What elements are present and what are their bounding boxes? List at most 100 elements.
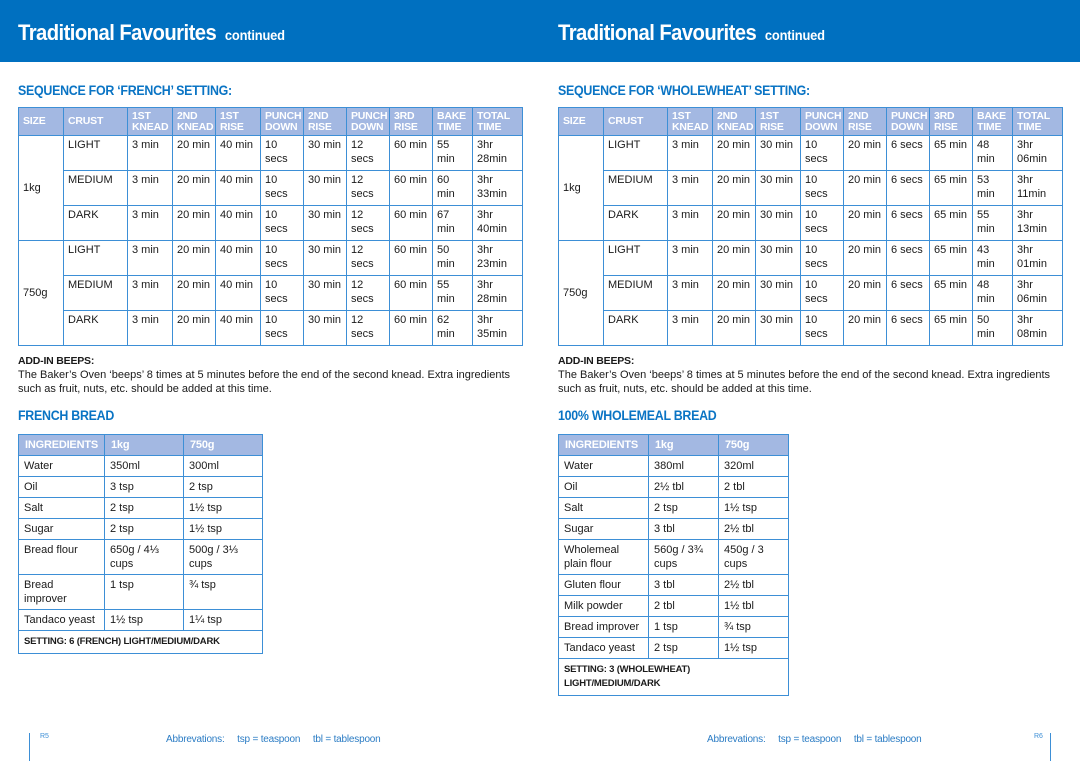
table-cell: 3 min — [667, 240, 713, 276]
ingredients-table: INGREDIENTS 1kg 750g Water 380ml 320ml Oil 2½ t… — [558, 434, 789, 696]
ingredient-amount: 320ml — [718, 455, 789, 477]
table-cell: 20 min — [712, 170, 756, 206]
size-cell: 750g — [558, 240, 604, 346]
ingredient-amount: 3 tbl — [648, 518, 719, 540]
table-cell: 55 min — [432, 275, 473, 311]
table-cell: 60 min — [389, 135, 433, 171]
table-row: 1kg LIGHT 3 min 20 min 30 min 10 secs 20 min 6 … — [558, 135, 1063, 241]
header-row: INGREDIENTS 1kg 750g — [558, 434, 789, 456]
column-header: 2ND RISE — [303, 107, 347, 136]
header-line: RISE — [848, 120, 872, 133]
table-row: DARK 3 min 20 min 30 min 10 secs 20 min 6 secs… — [559, 310, 1063, 346]
table-cell: 10 secs — [260, 240, 304, 276]
header-row: SIZE CRUST 1ST KNEAD 2ND KNEAD 1ST RISE PUNCH DOW… — [558, 107, 1063, 136]
column-header: CRUST — [603, 107, 668, 136]
ingredient-amount: 560g / 3¾ cups — [648, 539, 719, 575]
ingredient-row: Milk powder 2 tbl 1½ tbl — [558, 595, 789, 617]
ingredient-amount: 1½ tsp — [183, 497, 263, 519]
ingredient-row: Salt 2 tsp 1½ tsp — [558, 497, 789, 519]
table-cell: 6 secs — [886, 240, 930, 276]
header-line: TIME — [977, 120, 1002, 133]
table-cell: 3 min — [667, 310, 713, 346]
table-cell: 12 secs — [346, 205, 390, 241]
table-cell: 10 secs — [800, 310, 844, 346]
table-cell: 65 min — [929, 170, 973, 206]
table-cell: 3hr 06min — [1012, 275, 1063, 311]
table-cell: 30 min — [755, 275, 801, 311]
ingredient-name: Tandaco yeast — [18, 609, 105, 631]
column-header: BAKE TIME — [972, 107, 1013, 136]
header-line: 1ST — [132, 109, 151, 122]
page-title: Traditional Favourites continued — [558, 20, 825, 46]
table-cell: 6 secs — [886, 170, 930, 206]
table-cell: 40 min — [215, 170, 261, 206]
table-cell: 30 min — [303, 275, 347, 311]
table-cell: 40 min — [215, 310, 261, 346]
header-line: TIME — [437, 120, 462, 133]
table-cell: 3hr 13min — [1012, 205, 1063, 241]
page-right: Traditional Favourites continued SEQUENC… — [540, 0, 1080, 763]
header-line: 1ST — [672, 109, 691, 122]
ingredient-row: Sugar 3 tbl 2½ tbl — [558, 518, 789, 540]
header-line: PUNCH — [805, 109, 842, 122]
title-text: Traditional Favourites — [18, 20, 217, 45]
sequence-heading: SEQUENCE FOR ‘WHOLEWHEAT’ SETTING: — [558, 83, 810, 98]
column-header: PUNCH DOWN — [346, 107, 390, 136]
ingredient-row: Bread improver 1 tsp ¾ tsp — [18, 574, 263, 610]
setting-row: SETTING: 3 (WHOLEWHEAT) LIGHT/MEDIUM/DAR… — [558, 658, 789, 696]
header-line: KNEAD — [177, 120, 214, 133]
table-cell: 20 min — [843, 240, 887, 276]
table-cell: 60 min — [432, 170, 473, 206]
ingredient-amount: 1½ tsp — [718, 497, 789, 519]
column-header: BAKE TIME — [432, 107, 473, 136]
ingredient-amount: 350ml — [104, 455, 184, 477]
column-header: 2ND RISE — [843, 107, 887, 136]
column-header: 2ND KNEAD — [172, 107, 216, 136]
table-cell: 30 min — [755, 205, 801, 241]
column-header: 750g — [718, 434, 789, 456]
header-line: RISE — [220, 120, 244, 133]
table-cell: 6 secs — [886, 275, 930, 311]
table-cell: 40 min — [215, 135, 261, 171]
recipe-heading: 100% WHOLEMEAL BREAD — [558, 408, 717, 423]
table-cell: 65 min — [929, 310, 973, 346]
ingredient-row: Water 380ml 320ml — [558, 455, 789, 477]
ingredient-row: Gluten flour 3 tbl 2½ tbl — [558, 574, 789, 596]
table-cell: 30 min — [303, 240, 347, 276]
table-cell: 30 min — [755, 170, 801, 206]
table-cell: 3hr 01min — [1012, 240, 1063, 276]
ingredient-amount: 300ml — [183, 455, 263, 477]
header-line: 1ST — [220, 109, 239, 122]
table-cell: 3hr 08min — [1012, 310, 1063, 346]
header-line: TIME — [1017, 120, 1042, 133]
ingredient-name: Bread improver — [18, 574, 105, 610]
table-cell: 60 min — [389, 240, 433, 276]
table-cell: 30 min — [303, 310, 347, 346]
header-line: RISE — [308, 120, 332, 133]
ingredient-amount: 1 tsp — [648, 616, 719, 638]
table-cell: 40 min — [215, 205, 261, 241]
ingredient-name: Sugar — [558, 518, 649, 540]
page-number: R5 — [40, 733, 49, 740]
sequence-heading: SEQUENCE FOR ‘FRENCH’ SETTING: — [18, 83, 232, 98]
header-line: PUNCH — [265, 109, 302, 122]
table-cell: 20 min — [712, 205, 756, 241]
sequence-table: SIZE CRUST 1ST KNEAD 2ND KNEAD 1ST RISE PUNCH DOW… — [558, 107, 1063, 346]
table-row: DARK 3 min 20 min 40 min 10 secs 30 min 12 sec… — [19, 310, 523, 346]
ingredient-amount: ¾ tsp — [183, 574, 263, 610]
table-cell: 3 min — [127, 205, 173, 241]
column-header: 1ST KNEAD — [127, 107, 173, 136]
header-line: DOWN — [351, 120, 384, 133]
size-cell: 750g — [18, 240, 64, 346]
table-cell: 3 min — [127, 135, 173, 171]
abbr-tsp: tsp = teaspoon — [778, 734, 842, 745]
table-cell: 20 min — [172, 275, 216, 311]
table-cell: 6 secs — [886, 135, 930, 171]
header-line: CRUST — [608, 115, 644, 127]
crust-cell: MEDIUM — [603, 275, 668, 311]
table-cell: 20 min — [172, 135, 216, 171]
header-line: TIME — [477, 120, 502, 133]
size-cell: 1kg — [18, 135, 64, 241]
table-row: DARK 3 min 20 min 40 min 10 secs 30 min 12 sec… — [19, 205, 523, 241]
column-header: PUNCH DOWN — [886, 107, 930, 136]
